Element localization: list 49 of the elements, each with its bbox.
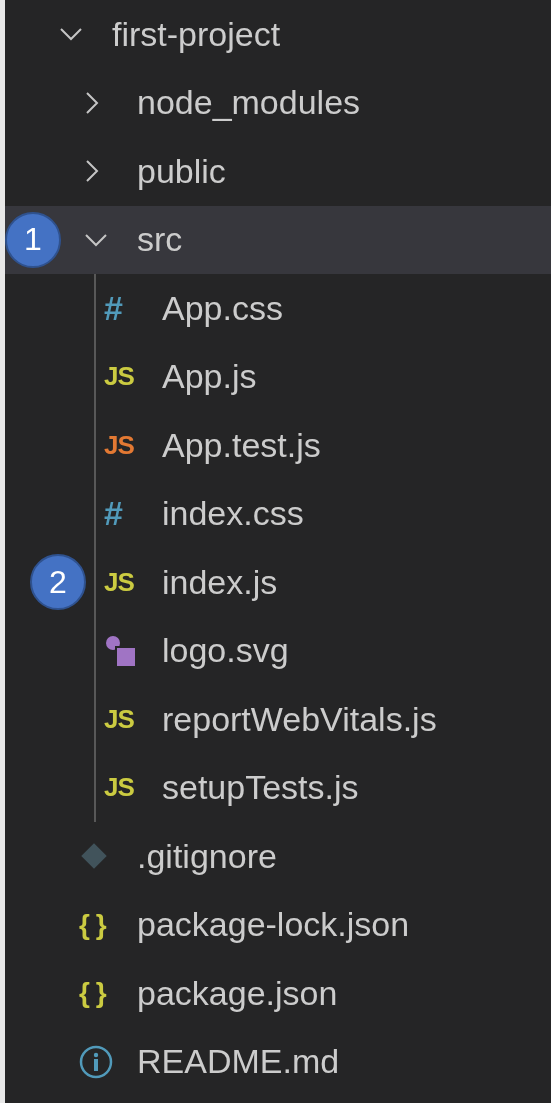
file-name: App.css bbox=[162, 288, 283, 328]
shapes-icon bbox=[104, 633, 138, 668]
file-row[interactable]: logo.svg bbox=[5, 616, 551, 685]
file-row[interactable]: JS reportWebVitals.js bbox=[5, 685, 551, 754]
folder-row[interactable]: public bbox=[5, 137, 551, 206]
chevron-right-icon[interactable] bbox=[85, 91, 99, 114]
file-name: logo.svg bbox=[162, 631, 289, 671]
file-name: package-lock.json bbox=[137, 905, 410, 945]
folder-name: src bbox=[137, 220, 183, 260]
file-row[interactable]: README.md bbox=[5, 1027, 551, 1096]
folder-name: first-project bbox=[112, 14, 281, 54]
file-name: App.test.js bbox=[162, 425, 321, 465]
js-icon: JS bbox=[104, 429, 134, 461]
file-row[interactable]: JS App.js bbox=[5, 342, 551, 411]
file-name: .gitignore bbox=[137, 836, 277, 876]
braces-icon: { } bbox=[79, 977, 106, 1010]
file-name: index.js bbox=[162, 562, 278, 602]
folder-row[interactable]: first-project bbox=[5, 0, 551, 69]
chevron-down-icon[interactable] bbox=[85, 232, 107, 247]
js-icon: JS bbox=[104, 703, 134, 735]
folder-name: public bbox=[137, 151, 226, 191]
braces-icon: { } bbox=[79, 908, 106, 941]
file-name: setupTests.js bbox=[162, 768, 359, 808]
step-badge: 1 bbox=[5, 211, 61, 268]
folder-row[interactable]: 1 src bbox=[5, 205, 551, 274]
file-name: package.json bbox=[137, 973, 338, 1013]
js-icon: JS bbox=[104, 772, 134, 804]
js-icon: JS bbox=[104, 361, 134, 393]
file-row[interactable]: # App.css bbox=[5, 274, 551, 343]
file-row[interactable]: 2 JS index.js bbox=[5, 548, 551, 617]
info-icon bbox=[79, 1044, 113, 1079]
chevron-right-icon[interactable] bbox=[85, 160, 99, 183]
folder-row[interactable]: node_modules bbox=[5, 68, 551, 137]
file-row[interactable]: .gitignore bbox=[5, 822, 551, 891]
js-icon: JS bbox=[104, 566, 134, 598]
hash-icon: # bbox=[104, 494, 122, 534]
hash-icon: # bbox=[104, 288, 122, 328]
file-row[interactable]: { } package-lock.json bbox=[5, 890, 551, 959]
file-name: App.js bbox=[162, 357, 257, 397]
file-name: index.css bbox=[162, 494, 304, 534]
file-row[interactable]: JS App.test.js bbox=[5, 411, 551, 480]
file-name: reportWebVitals.js bbox=[162, 699, 437, 739]
file-row[interactable]: { } package.json bbox=[5, 959, 551, 1028]
step-badge: 2 bbox=[30, 554, 86, 610]
chevron-down-icon[interactable] bbox=[60, 27, 82, 42]
folder-name: node_modules bbox=[137, 83, 361, 123]
file-row[interactable]: # index.css bbox=[5, 479, 551, 548]
file-row[interactable]: JS setupTests.js bbox=[5, 753, 551, 822]
file-name: README.md bbox=[137, 1042, 340, 1082]
